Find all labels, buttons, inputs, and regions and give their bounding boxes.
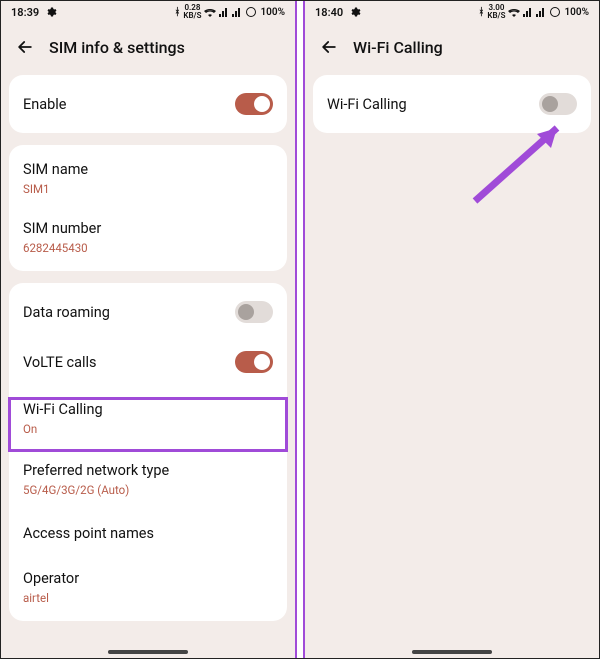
wifi-calling-label: Wi-Fi Calling (23, 401, 103, 418)
row-volte[interactable]: VoLTE calls (9, 337, 287, 387)
status-net: 0.28KB/S (183, 4, 201, 20)
data-roaming-label: Data roaming (23, 304, 110, 321)
operator-value: airtel (23, 591, 49, 605)
page-header: Wi-Fi Calling (305, 23, 599, 75)
page-title: Wi-Fi Calling (353, 38, 443, 57)
battery-icon (549, 6, 561, 18)
status-net: 3.00KB/S (487, 4, 505, 20)
phone-left: 18:39 ᚼ 0.28KB/S 100% SIM info & setting… (1, 1, 295, 658)
home-indicator (412, 650, 492, 654)
row-data-roaming[interactable]: Data roaming (9, 287, 287, 337)
status-bar: 18:39 ᚼ 0.28KB/S 100% (1, 1, 295, 23)
wifi-icon (204, 7, 216, 17)
sim-number-value: 6282445430 (23, 241, 88, 255)
sim-name-value: SIM1 (23, 182, 49, 196)
signal-icon (523, 7, 533, 17)
page-title: SIM info & settings (49, 38, 185, 57)
status-bar: 18:40 ᚼ 3.00KB/S 100% (305, 1, 599, 23)
row-apn[interactable]: Access point names (9, 509, 287, 558)
screenshot-divider (295, 1, 305, 658)
wifi-icon (508, 7, 520, 17)
wifi-calling-value: On (23, 422, 37, 436)
status-battery: 100% (260, 7, 285, 18)
volte-label: VoLTE calls (23, 354, 97, 371)
volte-toggle[interactable] (235, 351, 273, 373)
row-enable[interactable]: Enable (9, 79, 287, 129)
row-wifi-calling[interactable]: Wi-Fi Calling (313, 79, 591, 129)
status-time: 18:40 (315, 6, 343, 19)
bluetooth-icon: ᚼ (478, 7, 484, 18)
status-time: 18:39 (11, 6, 39, 19)
data-roaming-toggle[interactable] (235, 301, 273, 323)
card-wifi-calling: Wi-Fi Calling (313, 75, 591, 133)
apn-label: Access point names (23, 525, 154, 542)
signal-icon (219, 7, 229, 17)
card-network: Data roaming VoLTE calls Wi-Fi Calling O… (9, 283, 287, 621)
bluetooth-icon: ᚼ (174, 7, 180, 18)
row-sim-number[interactable]: SIM number 6282445430 (9, 208, 287, 267)
phone-right: 18:40 ᚼ 3.00KB/S 100% Wi-Fi Calling Wi-F… (305, 1, 599, 658)
battery-icon (245, 6, 257, 18)
row-operator[interactable]: Operator airtel (9, 558, 287, 617)
home-indicator (108, 650, 188, 654)
signal-icon-2 (232, 7, 242, 17)
pref-network-label: Preferred network type (23, 462, 169, 479)
gear-icon (45, 6, 57, 18)
back-icon[interactable] (15, 37, 35, 57)
sim-name-label: SIM name (23, 161, 88, 178)
page-header: SIM info & settings (1, 23, 295, 75)
status-battery: 100% (564, 7, 589, 18)
enable-label: Enable (23, 96, 67, 113)
operator-label: Operator (23, 570, 79, 587)
signal-icon-2 (536, 7, 546, 17)
row-sim-name[interactable]: SIM name SIM1 (9, 149, 287, 208)
sim-number-label: SIM number (23, 220, 101, 237)
enable-toggle[interactable] (235, 93, 273, 115)
wifi-calling-label: Wi-Fi Calling (327, 96, 407, 113)
row-pref-network[interactable]: Preferred network type 5G/4G/3G/2G (Auto… (9, 450, 287, 509)
back-icon[interactable] (319, 37, 339, 57)
pref-network-value: 5G/4G/3G/2G (Auto) (23, 483, 129, 497)
card-enable: Enable (9, 75, 287, 133)
row-wifi-calling[interactable]: Wi-Fi Calling On (9, 387, 287, 450)
gear-icon (349, 6, 361, 18)
wifi-calling-toggle[interactable] (539, 93, 577, 115)
card-sim-info: SIM name SIM1 SIM number 6282445430 (9, 145, 287, 271)
